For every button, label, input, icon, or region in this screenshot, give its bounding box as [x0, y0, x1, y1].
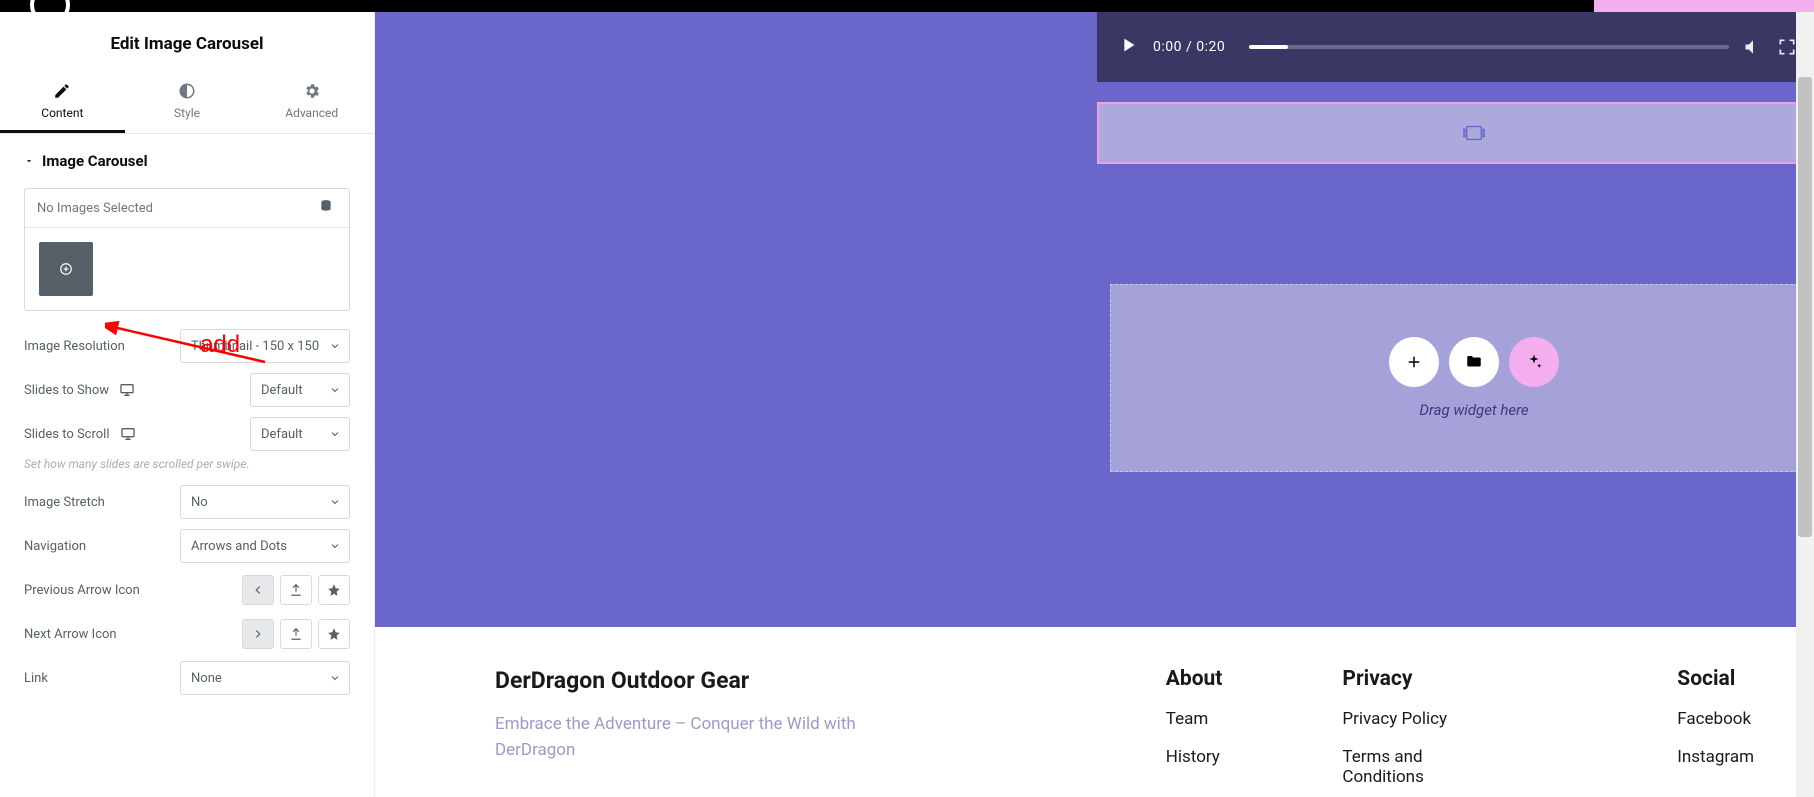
sparkle-icon — [1525, 353, 1543, 371]
carousel-placeholder-icon — [1463, 124, 1485, 142]
slides-show-label: Slides to Show — [24, 382, 135, 398]
section-title: Image Carousel — [42, 152, 148, 170]
next-arrow-upload[interactable] — [280, 619, 312, 649]
pencil-icon — [53, 82, 71, 100]
footer-brand: DerDragon Outdoor Gear — [495, 667, 906, 694]
image-stretch-select[interactable]: No — [180, 485, 350, 519]
slides-scroll-select[interactable]: Default — [250, 417, 350, 451]
add-image-button[interactable] — [39, 242, 93, 296]
prev-arrow-default[interactable] — [242, 575, 274, 605]
image-resolution-select[interactable]: Thumbnail - 150 x 150 — [180, 329, 350, 363]
images-box: No Images Selected — [24, 188, 350, 311]
tab-advanced[interactable]: Advanced — [249, 68, 374, 133]
fullscreen-button[interactable] — [1777, 37, 1797, 57]
plus-icon — [59, 262, 73, 276]
header-accent — [1594, 0, 1814, 12]
scrollbar-thumb[interactable] — [1798, 77, 1812, 537]
chevron-down-icon — [24, 156, 34, 166]
tab-style[interactable]: Style — [125, 68, 250, 133]
star-icon — [327, 627, 341, 641]
next-arrow-controls — [242, 619, 350, 649]
chevron-left-icon — [251, 583, 265, 597]
folder-icon — [1465, 353, 1483, 371]
contrast-icon — [178, 82, 196, 100]
panel-tabs: Content Style Advanced — [0, 68, 374, 134]
add-widget-button[interactable] — [1389, 337, 1439, 387]
play-button[interactable] — [1117, 34, 1139, 60]
upload-icon — [289, 627, 303, 641]
plus-icon — [1405, 353, 1423, 371]
footer-link-facebook[interactable]: Facebook — [1677, 709, 1754, 729]
image-stretch-label: Image Stretch — [24, 495, 105, 510]
link-label: Link — [24, 671, 48, 686]
gear-icon — [303, 82, 321, 100]
footer-link-instagram[interactable]: Instagram — [1677, 747, 1754, 767]
navigation-label: Navigation — [24, 539, 86, 554]
editor-sidebar: Edit Image Carousel Content Style Advanc… — [0, 12, 375, 797]
video-player[interactable]: 0:00 / 0:20 — [1097, 12, 1814, 82]
navigation-select[interactable]: Arrows and Dots — [180, 529, 350, 563]
tab-content-label: Content — [41, 106, 83, 120]
volume-button[interactable] — [1743, 37, 1763, 57]
drop-zone[interactable]: Drag widget here — [1110, 284, 1814, 472]
ai-button[interactable] — [1509, 337, 1559, 387]
footer-link-terms[interactable]: Terms and Conditions — [1342, 747, 1497, 787]
slides-scroll-hint: Set how many slides are scrolled per swi… — [24, 457, 350, 471]
next-arrow-default[interactable] — [242, 619, 274, 649]
header-bar — [0, 0, 1814, 12]
prev-arrow-label: Previous Arrow Icon — [24, 583, 140, 598]
tab-style-label: Style — [174, 106, 200, 120]
video-progress-track[interactable] — [1249, 45, 1729, 49]
footer-link-team[interactable]: Team — [1166, 709, 1223, 729]
footer-link-history[interactable]: History — [1166, 747, 1223, 767]
video-progress — [1249, 45, 1287, 49]
chevron-right-icon — [251, 627, 265, 641]
selected-widget-placeholder[interactable] — [1097, 102, 1814, 164]
desktop-icon[interactable] — [120, 426, 136, 442]
footer-social-title: Social — [1677, 667, 1754, 691]
desktop-icon[interactable] — [119, 382, 135, 398]
tab-content[interactable]: Content — [0, 68, 125, 133]
page-footer: DerDragon Outdoor Gear Embrace the Adven… — [375, 627, 1814, 797]
play-icon — [1117, 34, 1139, 56]
next-arrow-library[interactable] — [318, 619, 350, 649]
footer-about-title: About — [1166, 667, 1223, 691]
video-time: 0:00 / 0:20 — [1153, 39, 1225, 55]
slides-scroll-label: Slides to Scroll — [24, 426, 136, 442]
volume-icon — [1743, 37, 1763, 57]
prev-arrow-controls — [242, 575, 350, 605]
upload-icon — [289, 583, 303, 597]
panel-title: Edit Image Carousel — [0, 12, 374, 68]
star-icon — [327, 583, 341, 597]
footer-link-privacy-policy[interactable]: Privacy Policy — [1342, 709, 1497, 729]
editor-canvas: 0:00 / 0:20 Drag widget here Der — [375, 12, 1814, 797]
link-select[interactable]: None — [180, 661, 350, 695]
section-image-carousel[interactable]: Image Carousel — [24, 152, 350, 170]
image-resolution-label: Image Resolution — [24, 339, 125, 354]
prev-arrow-upload[interactable] — [280, 575, 312, 605]
tab-advanced-label: Advanced — [285, 106, 338, 120]
prev-arrow-library[interactable] — [318, 575, 350, 605]
scrollbar[interactable] — [1796, 12, 1814, 797]
footer-privacy-title: Privacy — [1342, 667, 1497, 691]
next-arrow-label: Next Arrow Icon — [24, 627, 117, 642]
database-icon[interactable] — [315, 199, 337, 217]
footer-tagline: Embrace the Adventure – Conquer the Wild… — [495, 712, 906, 763]
fullscreen-icon — [1777, 37, 1797, 57]
drop-zone-text: Drag widget here — [1419, 401, 1528, 419]
folder-button[interactable] — [1449, 337, 1499, 387]
no-images-text: No Images Selected — [37, 201, 153, 216]
slides-show-select[interactable]: Default — [250, 373, 350, 407]
